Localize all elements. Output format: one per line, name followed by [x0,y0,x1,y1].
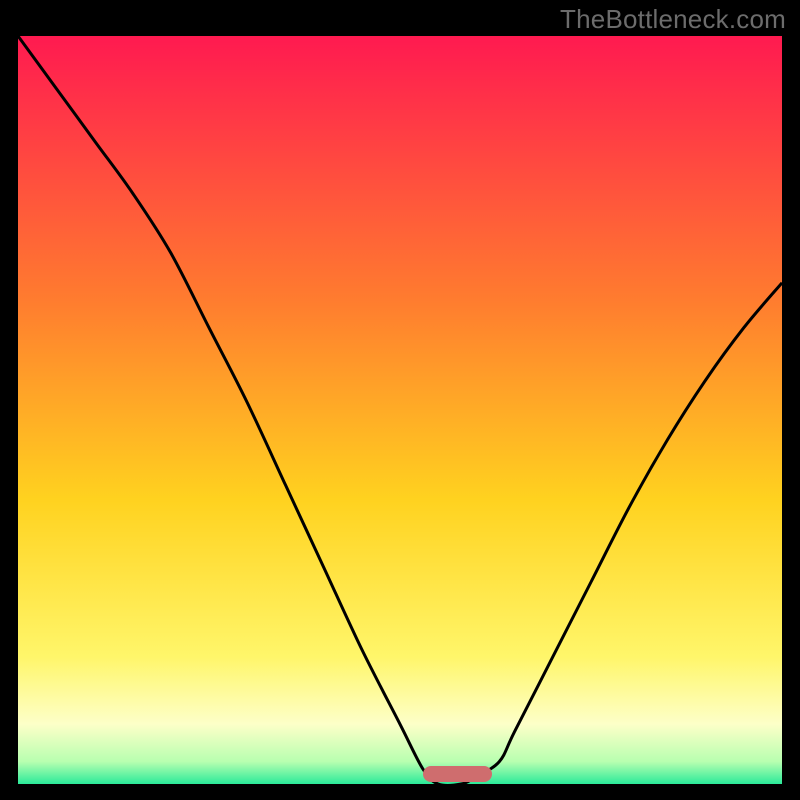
optimal-range-marker [423,766,492,782]
watermark-text: TheBottleneck.com [560,4,786,35]
chart-background [18,36,782,784]
chart-frame [18,36,782,784]
bottleneck-chart [18,36,782,784]
